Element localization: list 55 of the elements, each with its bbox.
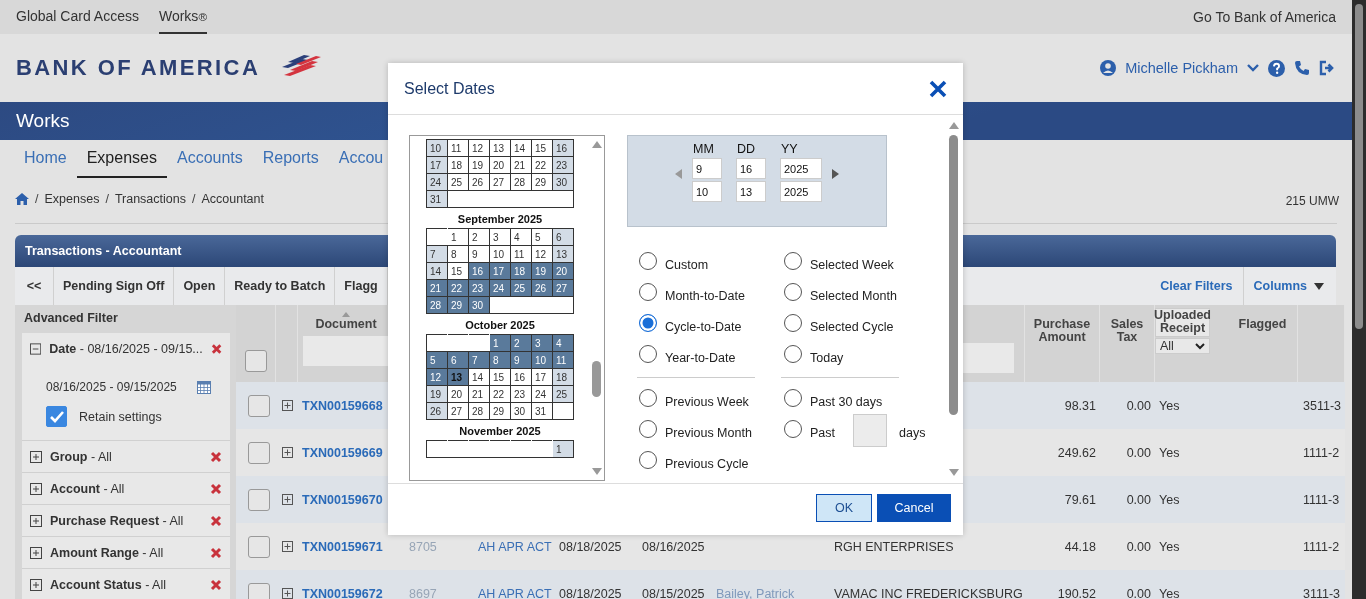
date-range-text: 08/16/2025 - 09/15/2025 (46, 380, 177, 394)
table-cell: 190.52 (1057, 586, 1096, 599)
option-label: Cycle-to-Date (665, 319, 742, 334)
field-label: YY (780, 142, 799, 156)
month-title: October 2025 (464, 318, 536, 333)
table-cell: 3111-3 (1303, 586, 1341, 599)
month-title: September 2025 (456, 212, 544, 227)
table-cell: 79.61 (1064, 492, 1096, 507)
table-cell: VAMAC INC FREDERICKSBURG (834, 586, 1023, 599)
field-label: MM (692, 142, 715, 156)
table-cell: 0.00 (1126, 492, 1151, 507)
option-label: Custom (665, 257, 709, 272)
table-cell: 08/18/2025 (559, 539, 622, 554)
checkbox-label: Retain settings (79, 409, 162, 424)
breadcrumb-separator: / (191, 191, 196, 206)
table-cell: 3511-3 (1303, 398, 1341, 413)
table-cell: Yes (1159, 445, 1180, 460)
logo-text: BANK OF AMERICA (16, 55, 261, 81)
option-label: Selected Cycle (810, 319, 894, 334)
table-cell: 0.00 (1126, 539, 1151, 554)
table-cell: 98.31 (1064, 398, 1096, 413)
breadcrumb-separator: / (105, 191, 109, 206)
table-cell: 08/16/2025 (642, 539, 705, 554)
table-cell: 0.00 (1126, 586, 1151, 599)
filter-title: Advanced Filter (23, 310, 119, 327)
table-cell: Yes (1159, 539, 1180, 554)
table-cell: Yes (1159, 492, 1180, 507)
table-cell: 1111-3 (1303, 492, 1340, 507)
banner-title: Works (16, 110, 70, 132)
option-label: Year-to-Date (665, 350, 736, 365)
table-cell: 249.62 (1057, 445, 1096, 460)
option-label: Selected Month (810, 288, 897, 303)
table-cell: 0.00 (1126, 445, 1151, 460)
option-label: Selected Week (810, 257, 894, 272)
table-cell: Yes (1159, 586, 1180, 599)
option-label: Past 30 days (810, 394, 883, 409)
panel-title: Transactions - Accountant (25, 244, 182, 258)
table-cell: 08/18/2025 (559, 586, 622, 599)
table-cell: 08/15/2025 (642, 586, 705, 599)
option-label: Previous Cycle (665, 456, 749, 471)
table-cell: 1111-2 (1303, 445, 1340, 460)
table-cell: 44.18 (1064, 539, 1096, 554)
table-cell: 8697 (409, 586, 437, 599)
option-label: Month-to-Date (665, 288, 745, 303)
table-cell: 1111-2 (1303, 539, 1340, 554)
option-label: Today (810, 350, 844, 365)
field-label: DD (736, 142, 757, 156)
unit-code: 215 UMW (1285, 193, 1339, 208)
option-label: Previous Week (665, 394, 749, 409)
table-cell: Yes (1159, 398, 1180, 413)
table-cell: 8705 (409, 539, 437, 554)
table-cell: 0.00 (1126, 398, 1151, 413)
dialog-title: Select Dates (404, 79, 495, 98)
breadcrumb-separator: / (35, 191, 39, 206)
table-cell: RGH ENTERPRISES (834, 539, 954, 554)
